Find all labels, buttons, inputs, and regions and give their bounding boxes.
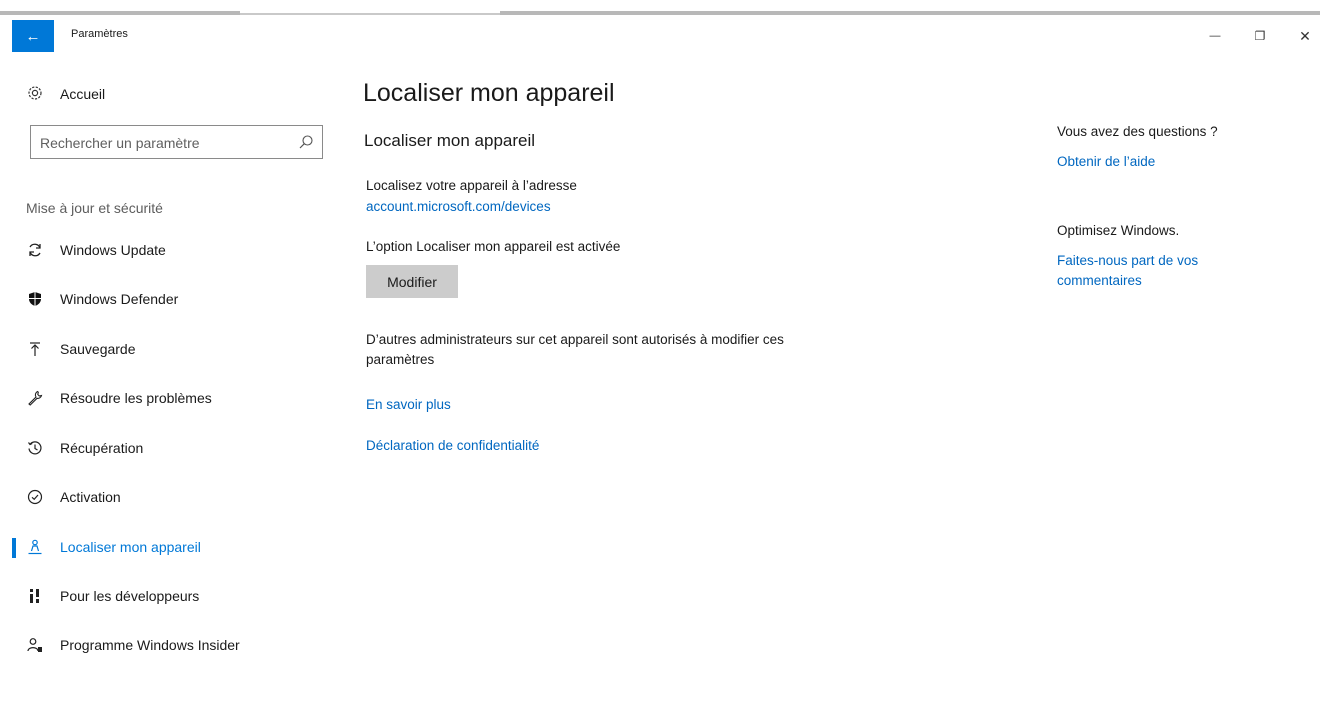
minimize-button[interactable]: — [1195,23,1235,49]
feedback-link[interactable]: Faites-nous part de vos commentaires [1057,251,1237,291]
sidebar-item-label: Localiser mon appareil [60,539,201,555]
upload-icon [26,341,44,357]
modify-button[interactable]: Modifier [366,265,458,298]
title-bar: ← Paramètres — ❐ ✕ [0,15,1320,53]
sidebar-item-recuperation[interactable]: Récupération [0,428,340,468]
check-circle-icon [26,489,44,505]
improve-heading: Optimisez Windows. [1057,223,1180,238]
page-title: Localiser mon appareil [363,79,615,107]
shield-icon [26,291,44,307]
sidebar-item-resoudre[interactable]: Résoudre les problèmes [0,378,340,418]
status-text: L’option Localiser mon appareil est acti… [366,239,621,254]
sidebar-item-label: Activation [60,489,121,505]
devices-link[interactable]: account.microsoft.com/devices [366,197,551,217]
section-label: Mise à jour et sécurité [26,200,163,216]
admins-text: D’autres administrateurs sur cet apparei… [366,332,784,367]
sidebar-item-label: Windows Update [60,242,166,258]
sidebar-item-developpeurs[interactable]: Pour les développeurs [0,576,340,616]
sidebar-item-windows-update[interactable]: Windows Update [0,230,340,270]
sidebar-item-label: Pour les développeurs [60,588,200,604]
history-icon [26,440,44,456]
sidebar-item-label: Récupération [60,440,144,456]
sync-icon [26,242,44,258]
sidebar-item-label: Programme Windows Insider [60,637,240,653]
minimize-icon: — [1209,30,1221,42]
home-link[interactable]: Accueil [26,83,105,105]
sidebar-item-windows-defender[interactable]: Windows Defender [0,279,340,319]
search-box [30,125,323,159]
sidebar-item-label: Résoudre les problèmes [60,390,212,406]
top-strip [0,0,1320,15]
developer-tools-icon [26,588,44,604]
help-link[interactable]: Obtenir de l’aide [1057,152,1155,172]
sidebar: Accueil Mise à jour et sécurité Windows … [0,53,340,722]
maximize-button[interactable]: ❐ [1240,23,1280,49]
sidebar-item-localiser[interactable]: Localiser mon appareil [0,527,340,567]
sidebar-item-activation[interactable]: Activation [0,477,340,517]
restore-icon: ❐ [1254,29,1266,43]
search-input[interactable] [40,133,290,153]
wrench-icon [26,390,44,406]
window-title: Paramètres [71,28,128,40]
home-label: Accueil [60,86,106,102]
section-title: Localiser mon appareil [364,131,536,150]
sidebar-item-sauvegarde[interactable]: Sauvegarde [0,329,340,369]
close-button[interactable]: ✕ [1285,23,1320,49]
privacy-link[interactable]: Déclaration de confidentialité [366,436,539,456]
search-icon[interactable] [298,134,314,150]
questions-heading: Vous avez des questions ? [1057,124,1218,139]
close-icon: ✕ [1299,27,1311,44]
back-arrow-icon: ← [25,27,41,45]
gear-icon [26,85,44,104]
back-button[interactable]: ← [12,20,54,52]
sidebar-item-insider[interactable]: Programme Windows Insider [0,625,340,665]
insider-icon [26,637,44,653]
person-location-icon [26,539,44,555]
locate-description: Localisez votre appareil à l’adresse [366,178,577,193]
sidebar-item-label: Windows Defender [60,291,179,307]
learn-more-link[interactable]: En savoir plus [366,395,451,415]
sidebar-item-label: Sauvegarde [60,341,136,357]
